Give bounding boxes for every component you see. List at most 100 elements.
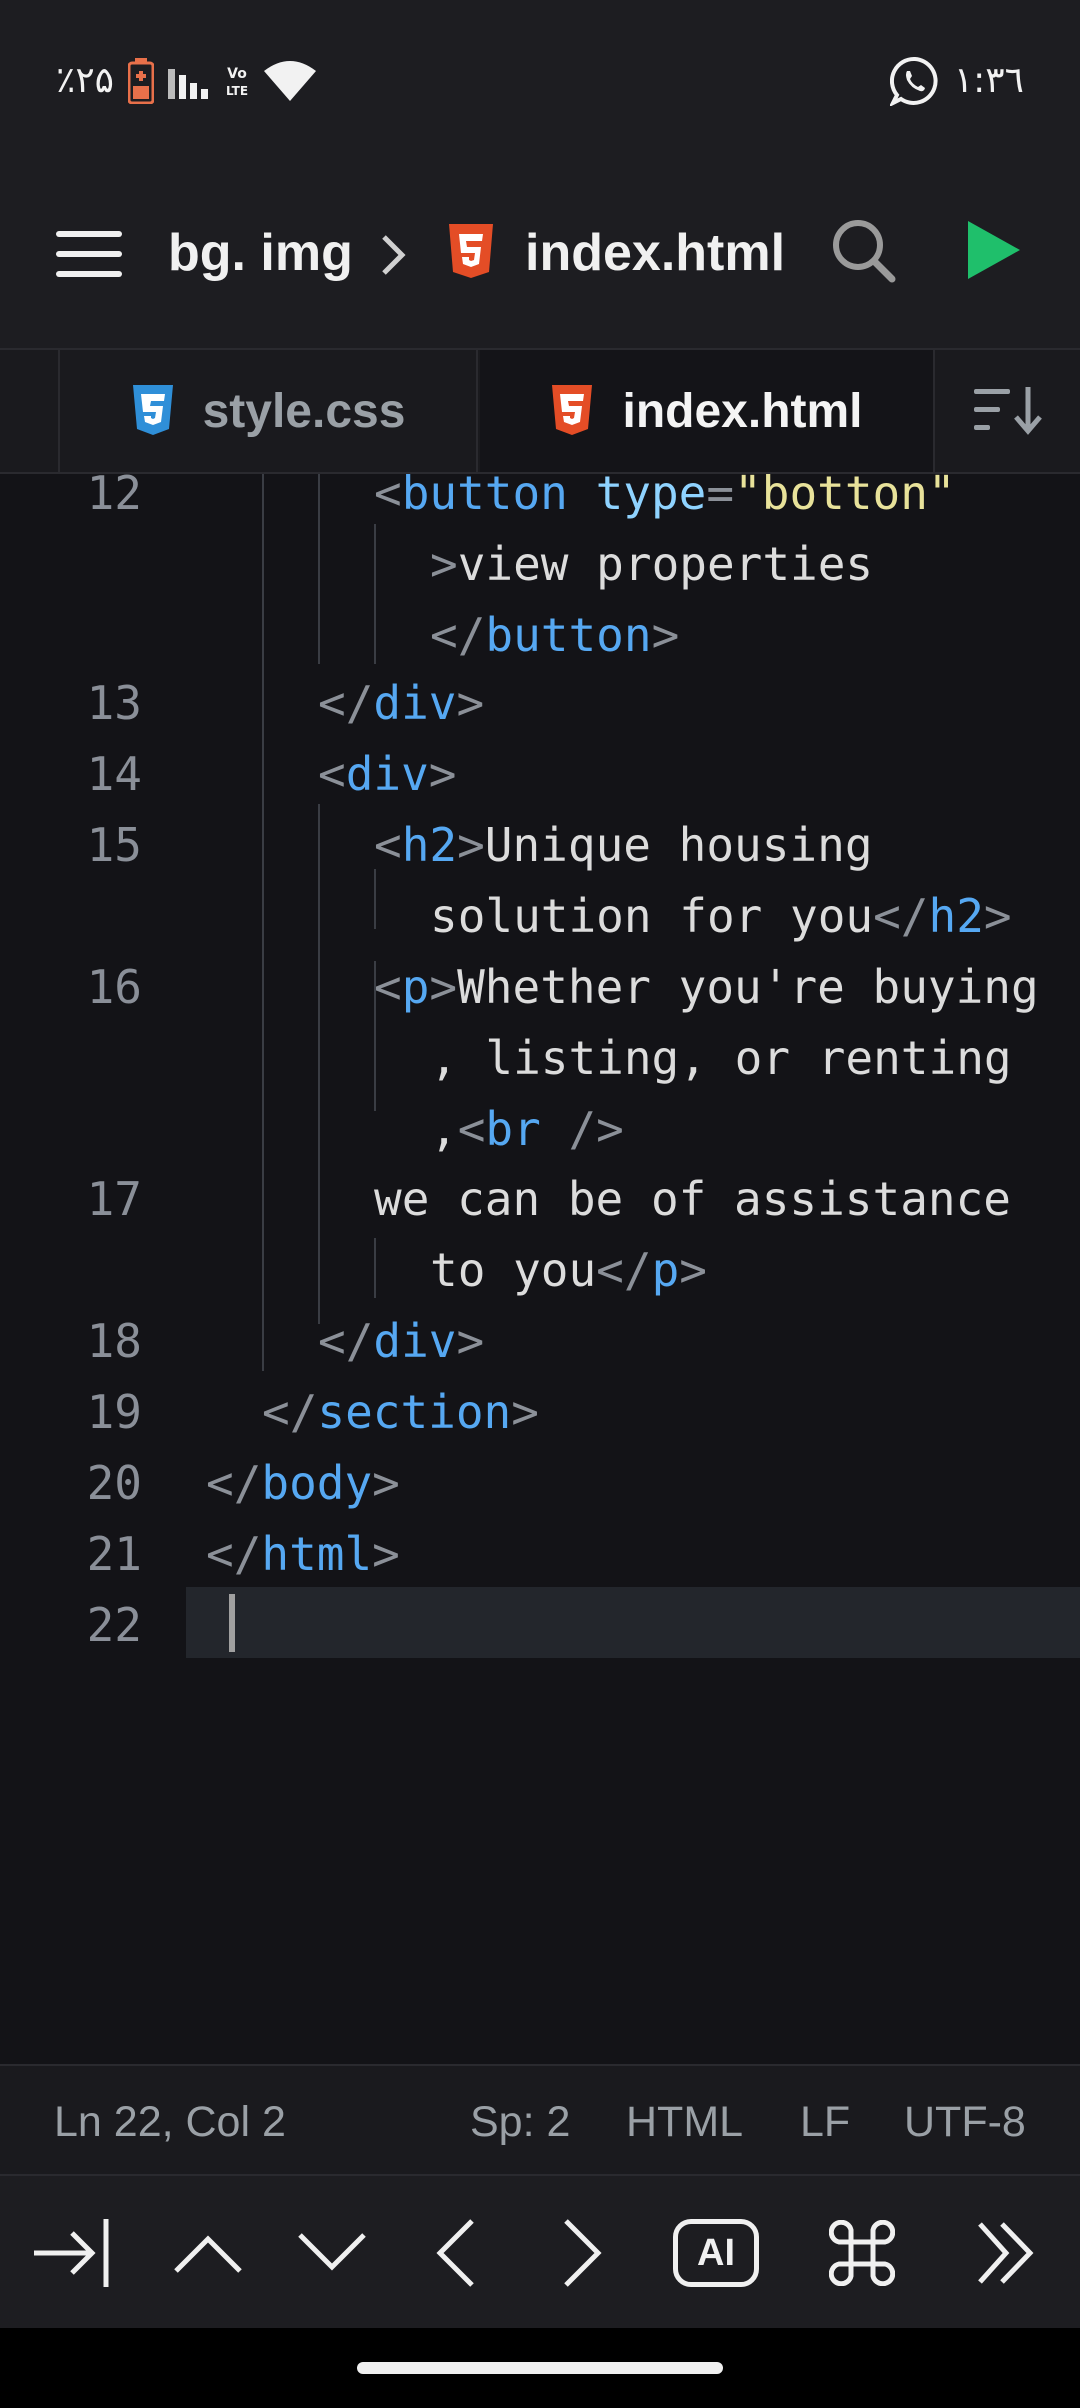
status-left: ٪۲۵ Vo LTE [56, 57, 317, 104]
arrow-down-icon [298, 2233, 366, 2271]
line-number: 13 [86, 676, 142, 730]
code-token: > [511, 1385, 539, 1439]
html5-icon [449, 224, 493, 278]
cursor-down-button[interactable] [272, 2176, 392, 2330]
code-token: Unique housing [484, 818, 873, 872]
status-bar: ٪۲۵ Vo LTE ۱:۳٦ [0, 0, 1080, 161]
code-token: solution for you [430, 889, 874, 943]
code-token: > [456, 1314, 485, 1368]
code-line-20: </body> [206, 1456, 400, 1510]
line-number: 18 [86, 1314, 142, 1368]
svg-text:LTE: LTE [226, 84, 248, 98]
code-token: > [457, 818, 485, 872]
tab-style-css[interactable]: style.css [58, 350, 478, 472]
file-encoding[interactable]: UTF-8 [904, 2098, 1026, 2147]
tab-label: index.html [622, 384, 863, 438]
code-token: > [651, 608, 680, 662]
css3-icon [132, 385, 173, 435]
more-shortcuts-button[interactable] [946, 2176, 1066, 2330]
line-number: 16 [86, 960, 142, 1014]
indent-guide [262, 474, 264, 1371]
line-number: 22 [86, 1598, 142, 1652]
indent-guide [318, 804, 320, 1324]
code-token: </ [873, 889, 929, 943]
line-ending[interactable]: LF [800, 2098, 850, 2147]
code-line-21: </html> [206, 1527, 400, 1581]
command-button[interactable] [802, 2176, 922, 2330]
code-line-13: </div> [318, 676, 484, 730]
code-token: </ [430, 608, 486, 662]
line-number: 12 [86, 474, 142, 520]
code-token: </ [206, 1456, 262, 1510]
code-editor[interactable]: 12 13 14 15 16 17 18 19 20 21 22 <button… [0, 474, 1080, 2064]
indent-guide [374, 1238, 376, 1298]
home-gesture-handle[interactable] [357, 2362, 723, 2374]
indent-guide [318, 474, 320, 664]
code-token: </ [262, 1385, 318, 1439]
code-token: > [456, 676, 485, 730]
code-line-16: <p>Whether you're buying [374, 960, 1039, 1014]
svg-text:Vo: Vo [227, 66, 247, 82]
code-token: div [373, 676, 457, 730]
code-token: br [485, 1102, 541, 1156]
indent-setting[interactable]: Sp: 2 [470, 2098, 570, 2147]
code-line-12: <button type="botton" [374, 474, 956, 520]
arrow-left-icon [436, 2219, 474, 2287]
cursor-left-button[interactable] [396, 2176, 516, 2330]
code-token: < [374, 818, 402, 872]
code-token: "botton" [734, 474, 956, 520]
arrow-right-icon [564, 2219, 602, 2287]
code-token: to you [430, 1243, 597, 1297]
code-line-12-wrap: </button> [430, 608, 679, 662]
cursor-right-button[interactable] [522, 2176, 642, 2330]
code-token: < [374, 474, 402, 520]
project-name[interactable]: bg. img [168, 223, 353, 283]
cursor-up-button[interactable] [148, 2176, 268, 2330]
code-line-17: we can be of assistance [374, 1172, 1011, 1226]
tab-key-button[interactable] [12, 2176, 132, 2330]
code-token: div [373, 1314, 457, 1368]
html5-icon [552, 385, 593, 435]
indent-guide [374, 524, 376, 664]
line-number: 21 [86, 1527, 142, 1581]
play-icon[interactable] [964, 219, 1024, 281]
search-icon[interactable] [830, 217, 900, 287]
current-file-name[interactable]: index.html [525, 223, 785, 283]
code-token: h2 [928, 889, 984, 943]
screen: ٪۲۵ Vo LTE ۱:۳٦ bg. img index.html style… [0, 0, 1080, 2408]
code-token: type [595, 474, 707, 520]
code-token: button [485, 608, 652, 662]
ai-assistant-button[interactable]: AI [656, 2176, 776, 2330]
cursor-position[interactable]: Ln 22, Col 2 [54, 2098, 286, 2147]
signal-icon [168, 68, 209, 99]
battery-percent: ٪۲۵ [56, 60, 115, 101]
code-token: </ [596, 1243, 652, 1297]
code-token: > [430, 537, 458, 591]
wifi-icon [264, 60, 317, 101]
language-mode[interactable]: HTML [626, 2098, 743, 2147]
tab-index-html[interactable]: index.html [480, 350, 935, 472]
code-token: div [345, 747, 429, 801]
current-line-highlight [186, 1587, 1080, 1658]
ai-icon: AI [673, 2219, 759, 2287]
code-line-19: </section> [262, 1385, 539, 1439]
battery-icon [128, 57, 155, 104]
code-token: > [372, 1456, 400, 1510]
status-right: ۱:۳٦ [889, 56, 1024, 106]
indent-guide [374, 869, 376, 929]
sort-tabs-button[interactable] [935, 350, 1080, 472]
code-line-15: <h2>Unique housing [374, 818, 873, 872]
file-tab-bar: style.css index.html [0, 348, 1080, 474]
code-token: p [401, 960, 430, 1014]
code-line-14: <div> [318, 747, 457, 801]
code-token: h2 [401, 818, 458, 872]
menu-icon[interactable] [56, 225, 124, 283]
code-token: < [374, 960, 402, 1014]
code-line-17-wrap: to you</p> [430, 1243, 707, 1297]
code-token: </ [318, 1314, 374, 1368]
code-token: < [457, 1102, 486, 1156]
code-line-16-wrap: , listing, or renting [430, 1031, 1012, 1085]
line-number: 14 [86, 747, 142, 801]
code-line-18: </div> [318, 1314, 484, 1368]
